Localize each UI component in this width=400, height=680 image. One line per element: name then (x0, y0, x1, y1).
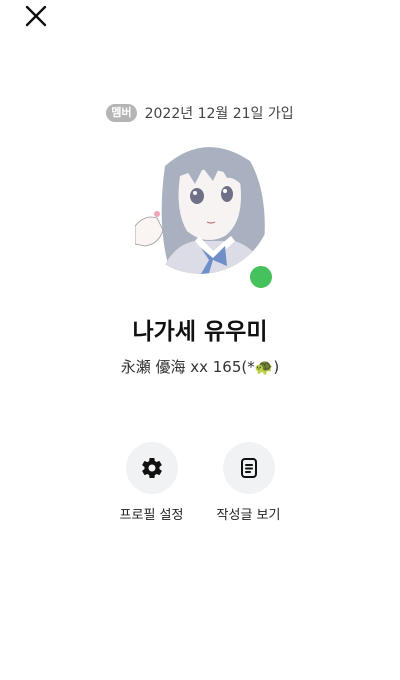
online-status-dot (247, 263, 275, 291)
profile-settings-label: 프로필 설정 (119, 508, 184, 523)
join-date: 2022년 12월 21일 가입 (144, 106, 294, 122)
view-posts-label: 작성글 보기 (216, 508, 281, 523)
join-info: 멤버 2022년 12월 21일 가입 (0, 103, 400, 123)
member-badge: 멤버 (106, 104, 137, 122)
view-posts-button[interactable]: 작성글 보기 (211, 442, 286, 523)
view-posts-circle[interactable] (222, 442, 275, 494)
status-message: 永瀬 優海 xx 165(*🐢) (120, 358, 280, 376)
profile-actions: 프로필 설정 작성글 보기 (0, 442, 400, 523)
profile-name: 나가세 유우미 (132, 319, 268, 345)
document-icon (240, 458, 257, 478)
profile-settings-circle[interactable] (125, 442, 178, 494)
profile-avatar[interactable] (135, 136, 277, 294)
close-button[interactable] (22, 2, 50, 30)
close-icon (25, 5, 47, 27)
profile-settings-button[interactable]: 프로필 설정 (114, 442, 189, 523)
gear-icon (141, 457, 162, 479)
